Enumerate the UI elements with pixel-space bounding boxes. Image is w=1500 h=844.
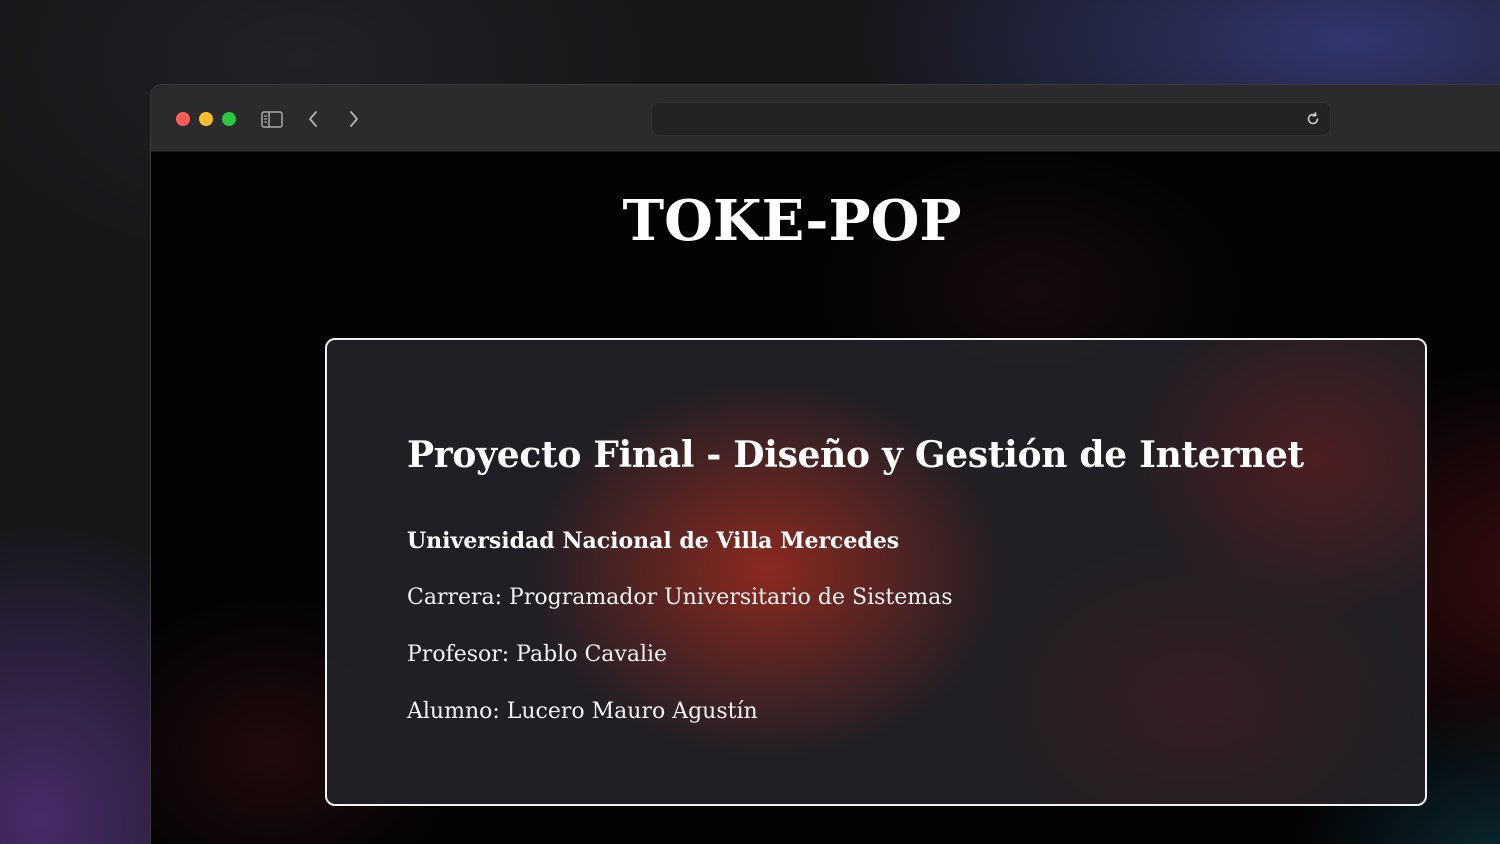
close-window-button[interactable] bbox=[176, 112, 190, 126]
browser-toolbar bbox=[151, 85, 1500, 152]
chevron-left-icon bbox=[309, 111, 317, 127]
back-button[interactable] bbox=[300, 106, 326, 132]
project-heading: Proyecto Final - Diseño y Gestión de Int… bbox=[407, 434, 1304, 476]
career-text: Carrera: Programador Universitario de Si… bbox=[407, 585, 953, 610]
student-text: Alumno: Lucero Mauro Agustín bbox=[407, 699, 758, 724]
sidebar-icon bbox=[261, 110, 283, 128]
chevron-right-icon bbox=[350, 111, 358, 127]
minimize-window-button[interactable] bbox=[199, 112, 213, 126]
professor-text: Profesor: Pablo Cavalie bbox=[407, 642, 668, 667]
maximize-window-button[interactable] bbox=[222, 112, 236, 126]
page-viewport: TOKE-POP Proyecto Final - Diseño y Gesti… bbox=[151, 152, 1500, 844]
reload-button[interactable] bbox=[1304, 110, 1322, 128]
university-text: Universidad Nacional de Villa Mercedes bbox=[407, 528, 900, 554]
address-bar[interactable] bbox=[651, 102, 1331, 136]
forward-button[interactable] bbox=[341, 106, 367, 132]
browser-window: TOKE-POP Proyecto Final - Diseño y Gesti… bbox=[150, 84, 1500, 844]
project-info-card: Proyecto Final - Diseño y Gestión de Int… bbox=[325, 338, 1427, 806]
reload-icon bbox=[1307, 112, 1319, 125]
sidebar-toggle-button[interactable] bbox=[259, 106, 285, 132]
site-title: TOKE-POP bbox=[622, 188, 962, 254]
desktop-background: TOKE-POP Proyecto Final - Diseño y Gesti… bbox=[0, 0, 1500, 844]
